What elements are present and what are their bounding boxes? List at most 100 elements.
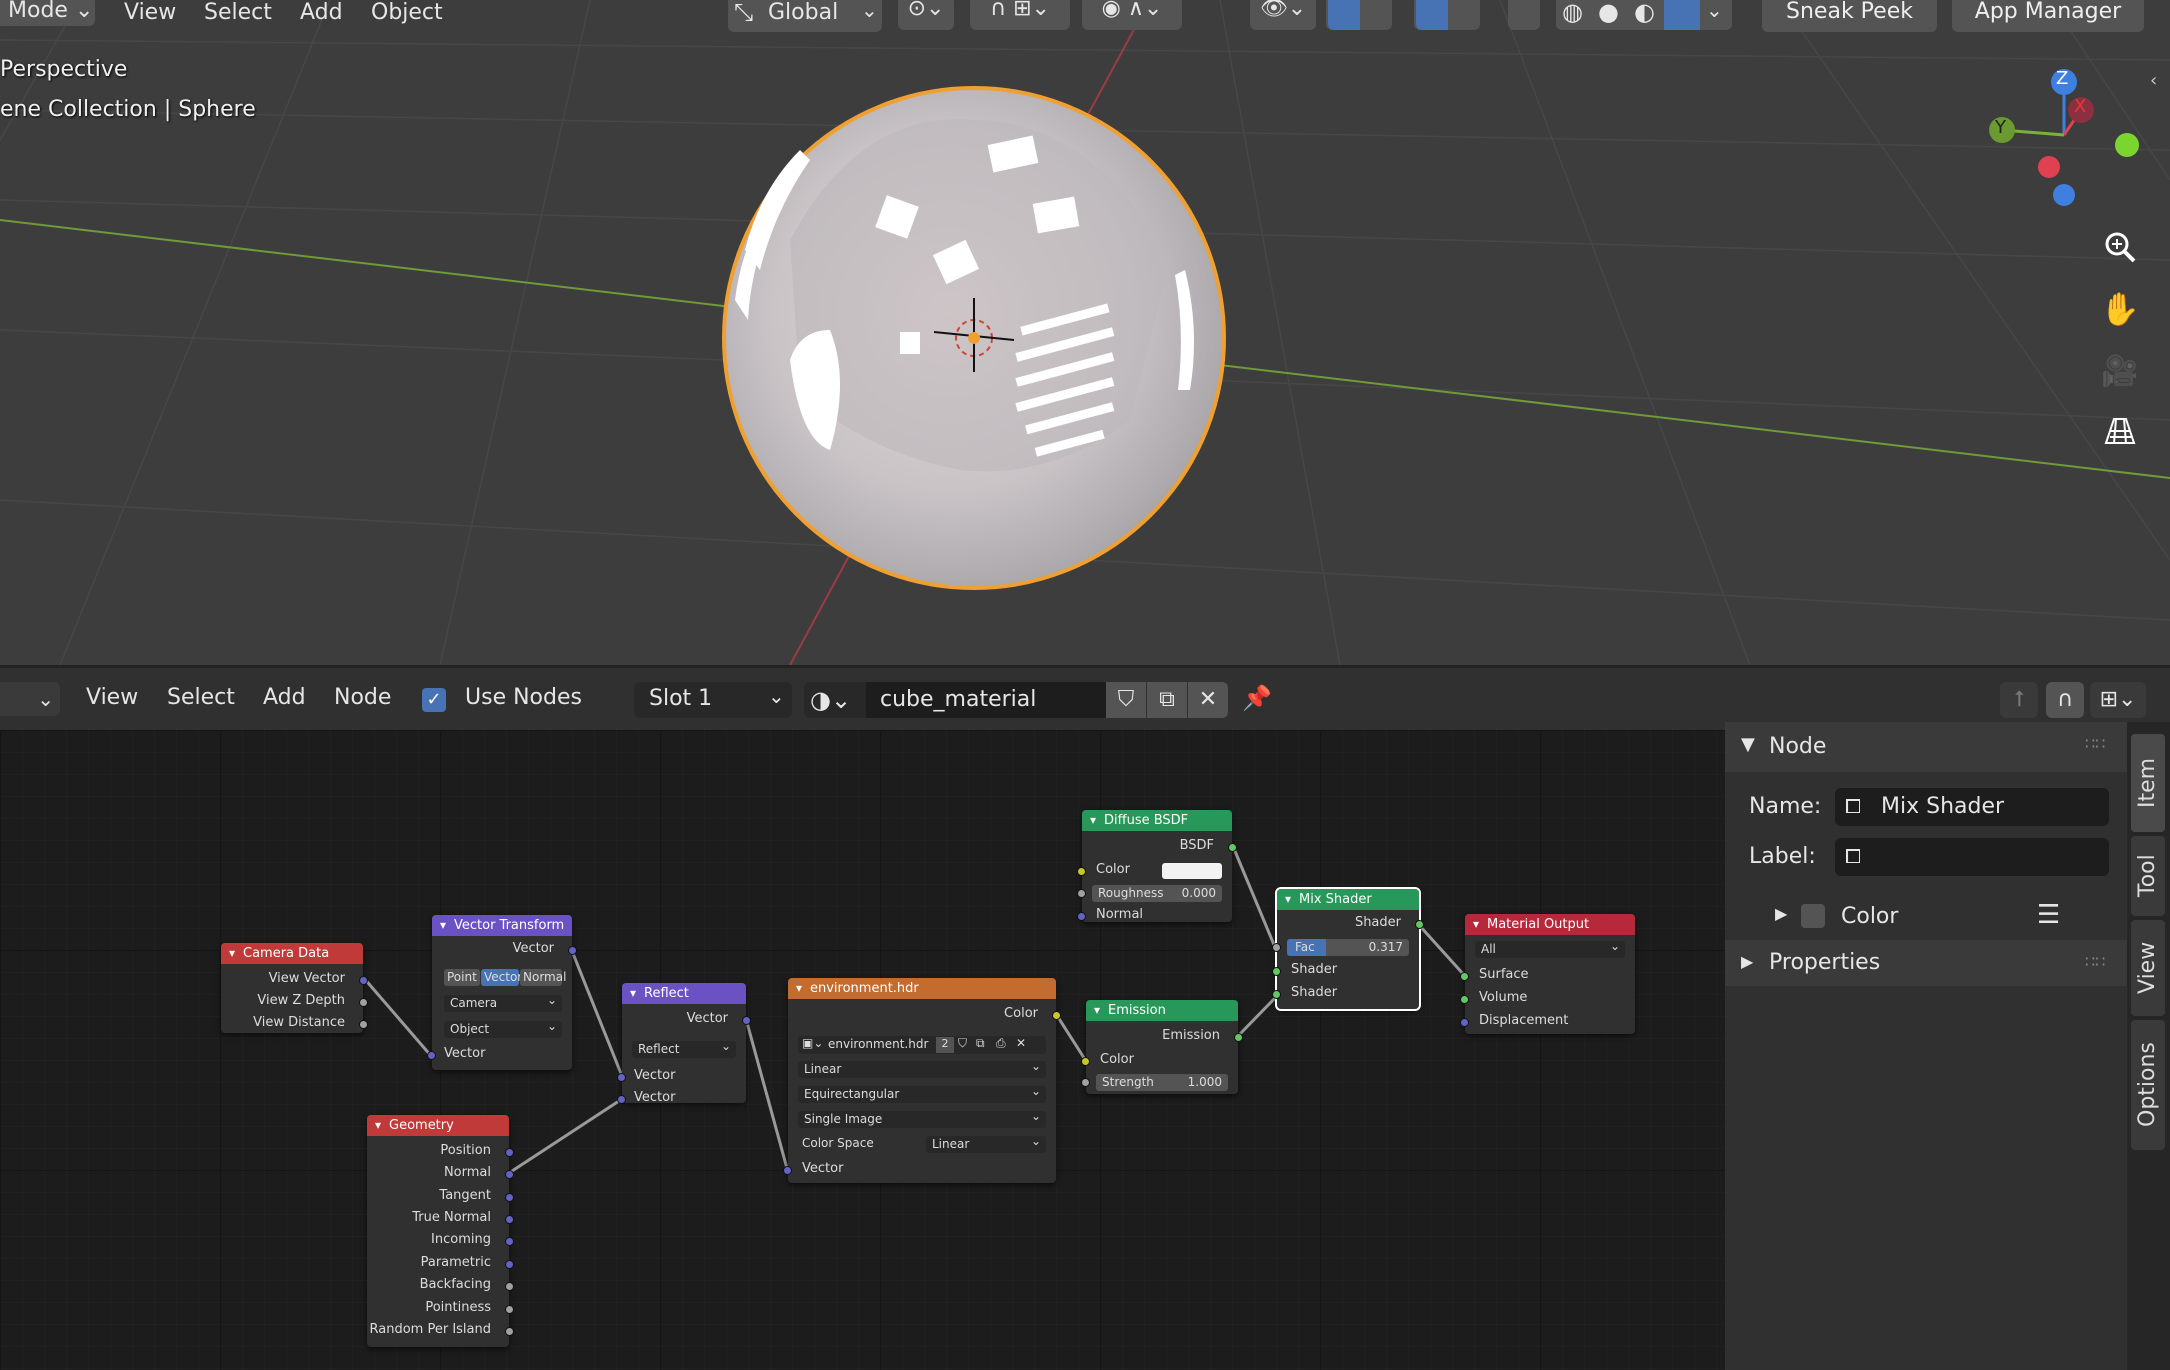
color-space-dropdown[interactable]: Linear bbox=[926, 1133, 1046, 1153]
mode-vector-button[interactable]: Vector bbox=[481, 969, 522, 986]
node-material-output[interactable]: Material Output All Surface Volume Displ… bbox=[1460, 914, 1635, 1034]
new-image-icon[interactable]: ⧉ bbox=[976, 1036, 985, 1051]
input-socket[interactable] bbox=[617, 1095, 626, 1104]
tab-view[interactable]: View bbox=[2131, 920, 2165, 1016]
output-socket[interactable] bbox=[505, 1148, 514, 1157]
gizmo-x-label[interactable]: X bbox=[2074, 96, 2086, 117]
input-socket[interactable] bbox=[1460, 972, 1469, 981]
output-socket[interactable] bbox=[1415, 920, 1424, 929]
solid-icon[interactable]: ● bbox=[1598, 0, 1619, 26]
node-geometry[interactable]: Geometry Position Normal Tangent True No… bbox=[367, 1115, 514, 1347]
input-socket[interactable] bbox=[1081, 1057, 1090, 1066]
proportional-edit-button[interactable]: ◉ ∧⌄ bbox=[1082, 0, 1182, 30]
node-header[interactable]: Diffuse BSDF bbox=[1082, 810, 1232, 831]
xray-toggle-button[interactable] bbox=[1508, 0, 1540, 30]
snap-mode-dropdown[interactable]: ⊞⌄ bbox=[2090, 682, 2146, 718]
input-socket[interactable] bbox=[617, 1073, 626, 1082]
node-emission[interactable]: Emission Emission Color Strength 1.000 bbox=[1081, 1000, 1243, 1094]
input-socket[interactable] bbox=[1077, 889, 1086, 898]
material-preview-icon[interactable]: ◐ bbox=[1634, 0, 1655, 26]
menu-object[interactable]: Object bbox=[371, 0, 443, 28]
node-reflect[interactable]: Reflect Vector Reflect Vector Vector bbox=[617, 983, 751, 1105]
grid-ortho-icon[interactable] bbox=[2096, 407, 2144, 455]
orientation-dropdown[interactable]: ⤡ Global ⌄ bbox=[728, 0, 882, 32]
menu-select[interactable]: Select bbox=[204, 0, 272, 28]
gizmo-z-label[interactable]: Z bbox=[2056, 68, 2068, 89]
output-socket[interactable] bbox=[505, 1170, 514, 1179]
mode-point-button[interactable]: Point bbox=[444, 969, 480, 986]
menu-view[interactable]: View bbox=[124, 0, 176, 28]
output-socket[interactable] bbox=[505, 1215, 514, 1224]
slot-dropdown[interactable]: Slot 1 ⌄ bbox=[634, 682, 792, 718]
ne-menu-node[interactable]: Node bbox=[334, 685, 391, 710]
snap-button[interactable]: ∩ ⊞⌄ bbox=[970, 0, 1070, 30]
input-socket[interactable] bbox=[1460, 995, 1469, 1004]
tab-item[interactable]: Item bbox=[2131, 734, 2165, 832]
sneak-peek-button[interactable]: Sneak Peek bbox=[1762, 0, 1937, 32]
node-header[interactable]: Emission bbox=[1086, 1000, 1238, 1021]
roughness-field[interactable]: Roughness 0.000 bbox=[1092, 885, 1222, 902]
gizmo-toggle-button[interactable] bbox=[1326, 0, 1392, 30]
editor-type-dropdown[interactable]: ⌄ bbox=[0, 682, 60, 716]
node-header[interactable]: Vector Transform bbox=[432, 915, 572, 936]
node-label-field[interactable]: ⧠ bbox=[1835, 838, 2109, 876]
strength-field[interactable]: Strength 1.000 bbox=[1096, 1074, 1228, 1091]
fake-user-shield-icon[interactable]: ⛉ bbox=[1106, 682, 1146, 718]
input-socket[interactable] bbox=[1077, 867, 1086, 876]
input-socket[interactable] bbox=[1272, 943, 1281, 952]
color-swatch[interactable] bbox=[1162, 863, 1222, 879]
parent-node-tree-icon[interactable]: ⭡ bbox=[2000, 682, 2038, 718]
list-icon[interactable]: ☰ bbox=[2037, 900, 2060, 930]
camera-icon[interactable]: 🎥 bbox=[2096, 347, 2144, 395]
duplicate-material-icon[interactable]: ⧉ bbox=[1147, 682, 1187, 718]
use-nodes-checkbox[interactable]: ✓ bbox=[422, 688, 446, 712]
panel-node-header[interactable]: ▼ Node ∷∷ bbox=[1725, 722, 2127, 772]
input-socket[interactable] bbox=[1272, 990, 1281, 999]
input-socket[interactable] bbox=[1081, 1078, 1090, 1087]
node-vector-transform[interactable]: Vector Transform Vector Point Vector Nor… bbox=[427, 915, 577, 1070]
wireframe-icon[interactable]: ◍ bbox=[1562, 0, 1583, 26]
open-image-icon[interactable]: ⎙ bbox=[996, 1036, 1006, 1051]
fake-user-shield-icon[interactable]: ⛉ bbox=[958, 1036, 967, 1051]
3d-viewport[interactable]: Z X Y Mode ⌄ View Select Add Object ⤡ Gl… bbox=[0, 0, 2170, 665]
input-socket[interactable] bbox=[1077, 912, 1086, 921]
image-name[interactable]: environment.hdr bbox=[828, 1037, 928, 1051]
output-socket[interactable] bbox=[505, 1305, 514, 1314]
drag-handle-icon[interactable]: ∷∷ bbox=[2085, 952, 2105, 971]
shading-mode-buttons[interactable]: ◍ ● ◐ ⌄ bbox=[1556, 0, 1732, 30]
pivot-point-button[interactable]: ⊙⌄ bbox=[898, 0, 954, 30]
menu-add[interactable]: Add bbox=[300, 0, 343, 28]
image-users[interactable]: 2 bbox=[936, 1037, 954, 1053]
snap-magnet-icon[interactable]: ∩ bbox=[2046, 682, 2084, 718]
gizmo-y-label[interactable]: Y bbox=[1995, 117, 2006, 138]
material-name-field[interactable]: cube_material bbox=[866, 682, 1106, 718]
app-manager-button[interactable]: App Manager bbox=[1952, 0, 2144, 32]
node-name-field[interactable]: ⧠ Mix Shader bbox=[1835, 788, 2109, 826]
chevron-left-icon[interactable]: ‹ bbox=[2150, 70, 2157, 91]
pin-icon[interactable]: 📌 bbox=[1242, 684, 1272, 712]
input-socket[interactable] bbox=[1272, 967, 1281, 976]
output-socket[interactable] bbox=[359, 1020, 368, 1029]
output-socket[interactable] bbox=[359, 976, 368, 985]
target-dropdown[interactable]: All bbox=[1475, 938, 1625, 958]
unlink-close-icon[interactable]: ✕ bbox=[1188, 682, 1228, 718]
node-header[interactable]: Reflect bbox=[622, 983, 746, 1004]
zoom-icon[interactable] bbox=[2096, 223, 2144, 271]
node-editor-canvas[interactable]: Camera Data View Vector View Z Depth Vie… bbox=[0, 730, 1725, 1370]
input-socket[interactable] bbox=[783, 1166, 792, 1175]
interpolation-dropdown[interactable]: Linear bbox=[798, 1058, 1046, 1078]
output-socket[interactable] bbox=[505, 1282, 514, 1291]
overlay-toggle-button[interactable] bbox=[1414, 0, 1480, 30]
ne-menu-select[interactable]: Select bbox=[167, 685, 235, 710]
source-dropdown[interactable]: Single Image bbox=[798, 1108, 1046, 1128]
color-checkbox[interactable] bbox=[1801, 904, 1825, 928]
node-diffuse-bsdf[interactable]: Diffuse BSDF BSDF Color Roughness 0.000 N… bbox=[1077, 810, 1237, 922]
node-header[interactable]: Geometry bbox=[367, 1115, 509, 1136]
output-socket[interactable] bbox=[505, 1260, 514, 1269]
convert-from-dropdown[interactable]: Camera bbox=[444, 992, 562, 1012]
chevron-down-icon[interactable]: ⌄ bbox=[1706, 0, 1723, 22]
output-socket[interactable] bbox=[1228, 843, 1237, 852]
tab-options[interactable]: Options bbox=[2131, 1020, 2165, 1150]
ne-menu-view[interactable]: View bbox=[86, 685, 138, 710]
visibility-button[interactable]: 👁⌄ bbox=[1250, 0, 1316, 30]
